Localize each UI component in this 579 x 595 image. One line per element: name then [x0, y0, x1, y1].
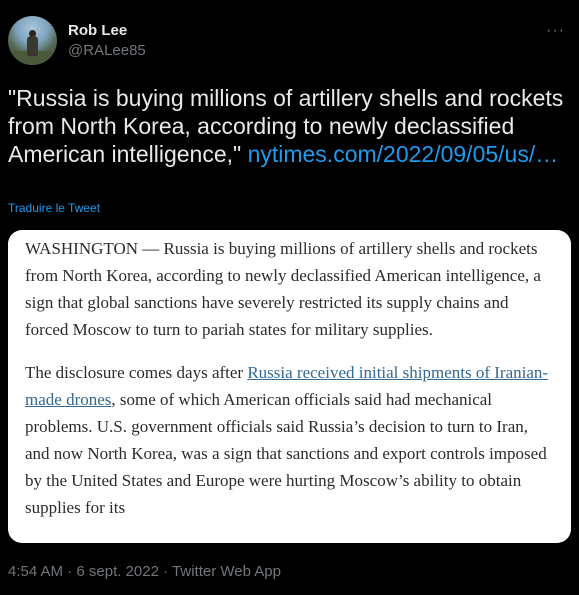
article-paragraph-2: The disclosure comes days after Russia r… — [25, 359, 555, 521]
tweet-source: Twitter Web App — [172, 563, 281, 580]
meta-separator: · — [158, 563, 173, 580]
translate-tweet-link[interactable]: Traduire le Tweet — [8, 201, 100, 215]
tweet-date[interactable]: 6 sept. 2022 — [76, 563, 159, 580]
more-options-icon[interactable]: ··· — [546, 22, 565, 40]
tweet-meta: 4:54 AM · 6 sept. 2022 · Twitter Web App — [8, 563, 281, 580]
article-paragraph-2-rest: , some of which American officials said … — [25, 390, 547, 517]
avatar[interactable] — [8, 16, 57, 65]
tweet-link[interactable]: nytimes.com/2022/09/05/us/… — [248, 140, 559, 168]
tweet-time[interactable]: 4:54 AM — [8, 563, 63, 580]
author-handle[interactable]: @RALee85 — [68, 42, 146, 59]
article-paragraph-2-lead: The disclosure comes days after — [25, 363, 248, 382]
article-paragraph-1: WASHINGTON — Russia is buying millions o… — [25, 239, 541, 339]
author-name[interactable]: Rob Lee — [68, 22, 127, 39]
meta-separator: · — [63, 563, 77, 580]
tweet-text: "Russia is buying millions of artillery … — [8, 84, 573, 168]
avatar-figure-body — [27, 36, 38, 56]
article-screenshot: WASHINGTON — Russia is buying millions o… — [8, 230, 571, 543]
